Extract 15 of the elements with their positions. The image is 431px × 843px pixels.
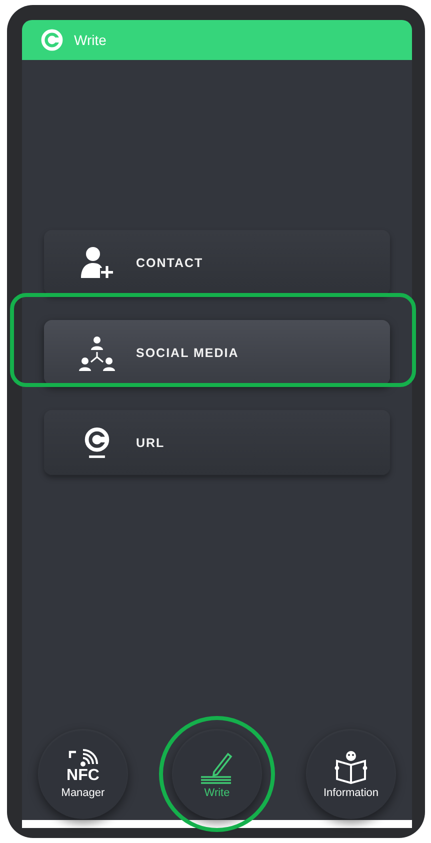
add-person-icon	[80, 246, 114, 280]
nav-button[interactable]: NFC Manager	[38, 729, 128, 819]
logo-icon	[40, 28, 64, 52]
option-label: URL	[136, 436, 165, 450]
app-title: Write	[74, 32, 106, 48]
option-label: SOCIAL MEDIA	[136, 346, 239, 360]
option-card[interactable]: CONTACT	[44, 230, 390, 295]
nfc-icon	[68, 749, 98, 767]
book-reader-icon	[334, 750, 368, 784]
nav-button[interactable]: Information	[306, 729, 396, 819]
people-network-icon	[78, 334, 116, 370]
option-label: CONTACT	[136, 256, 204, 270]
option-card[interactable]: URL	[44, 410, 390, 475]
option-card[interactable]: SOCIAL MEDIA	[44, 320, 390, 385]
nav-button[interactable]: Write	[172, 729, 262, 819]
